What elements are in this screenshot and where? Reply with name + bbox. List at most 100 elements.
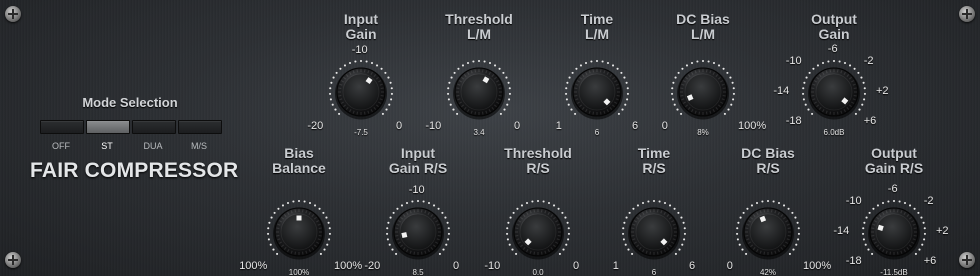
- input-gain-lm-knob[interactable]: [321, 52, 401, 132]
- mode-button-ms[interactable]: [178, 120, 222, 134]
- threshold-lm-readout: 3.4: [473, 128, 485, 137]
- output-gain-rs-title-line: Gain R/S: [864, 160, 924, 176]
- threshold-lm-knob[interactable]: [439, 52, 519, 132]
- mode-button-off[interactable]: [40, 120, 84, 134]
- bias-balance-title-line: Balance: [272, 160, 326, 176]
- screw-icon: [5, 252, 21, 268]
- input-gain-rs-scale-top: -10: [408, 184, 425, 196]
- input-gain-rs-title: Input Gain R/S: [358, 146, 478, 176]
- plugin-title: FAIR COMPRESSOR: [30, 159, 239, 182]
- output-gain-lm-scale-label: -6: [827, 43, 838, 55]
- output-gain-rs-scale-label: -18: [845, 254, 862, 267]
- threshold-lm-scale-min: -10: [425, 120, 442, 132]
- threshold-rs-scale-max: 0: [573, 260, 580, 272]
- threshold-lm-title-line: Threshold: [445, 11, 513, 27]
- bias-balance-knob[interactable]: [259, 192, 339, 272]
- dc-bias-rs-title-line: DC Bias: [741, 145, 795, 161]
- output-gain-lm-readout: 6.0dB: [823, 128, 845, 137]
- input-gain-lm-title-line: Gain: [345, 26, 377, 42]
- input-gain-rs-readout: 8.5: [412, 268, 424, 276]
- input-gain-rs-scale-min: -20: [364, 260, 381, 272]
- input-gain-rs-pointer: [401, 232, 408, 239]
- output-gain-lm-knob[interactable]: [794, 52, 874, 132]
- output-gain-rs-scale-label: +6: [923, 254, 937, 267]
- mode-button-dua[interactable]: [132, 120, 176, 134]
- time-rs-knob[interactable]: [614, 192, 694, 272]
- time-rs-title: Time R/S: [594, 146, 714, 176]
- time-lm-readout: 6: [594, 128, 600, 137]
- threshold-rs-title: Threshold R/S: [478, 146, 598, 176]
- dc-bias-rs-knob[interactable]: [728, 192, 808, 272]
- output-gain-lm-scale-label: +2: [876, 85, 889, 97]
- bias-balance-readout: 100%: [288, 268, 310, 276]
- screw-icon: [5, 6, 21, 22]
- output-gain-lm-scale-label: -18: [785, 114, 802, 127]
- dc-bias-rs-scale-max: 100%: [803, 260, 832, 272]
- threshold-lm-title: Threshold L/M: [419, 12, 539, 42]
- output-gain-rs-scale-label: -14: [833, 225, 850, 237]
- output-gain-rs-knob[interactable]: [854, 192, 934, 272]
- mode-label-off: OFF: [52, 141, 70, 151]
- input-gain-lm-title: Input Gain: [301, 12, 421, 42]
- dc-bias-lm-scale-max: 100%: [738, 120, 767, 132]
- input-gain-lm-scale-max: 0: [396, 120, 403, 132]
- output-gain-lm-title-line: Output: [811, 11, 857, 27]
- input-gain-lm-title-line: Input: [343, 11, 379, 27]
- bias-balance-title: Bias Balance: [239, 146, 359, 176]
- time-lm-title-line: L/M: [584, 26, 610, 42]
- time-lm-scale-max: 6: [632, 120, 639, 132]
- mode-label-dua: DUA: [143, 141, 163, 151]
- threshold-lm-scale-max: 0: [514, 120, 521, 132]
- output-gain-rs-title: Output Gain R/S: [834, 146, 954, 176]
- threshold-rs-title-line: Threshold: [504, 145, 572, 161]
- time-lm-scale-min: 1: [555, 120, 562, 132]
- output-gain-rs-title-line: Output: [871, 145, 917, 161]
- time-rs-readout: 6: [651, 268, 657, 276]
- input-gain-lm-scale-top: -10: [351, 44, 368, 56]
- time-rs-title-line: Time: [637, 145, 671, 161]
- dc-bias-rs-title: DC Bias R/S: [708, 146, 828, 176]
- output-gain-lm-scale-label: +6: [863, 114, 877, 127]
- screw-icon: [959, 252, 975, 268]
- threshold-lm-title-line: L/M: [466, 26, 492, 42]
- mode-label-st: ST: [101, 141, 113, 151]
- output-gain-lm-scale-label: -14: [773, 85, 790, 97]
- output-gain-lm-scale-label: -2: [863, 55, 874, 68]
- mode-label-ms: M/S: [190, 141, 207, 151]
- dc-bias-lm-title: DC Bias L/M: [643, 12, 763, 42]
- threshold-rs-knob[interactable]: [498, 192, 578, 272]
- bias-balance-pointer: [296, 215, 302, 221]
- output-gain-lm-title: Output Gain: [774, 12, 894, 42]
- dc-bias-lm-scale-min: 0: [661, 120, 668, 132]
- screw-icon: [959, 6, 975, 22]
- input-gain-rs-knob[interactable]: [378, 192, 458, 272]
- threshold-rs-scale-min: -10: [484, 260, 501, 272]
- bias-balance-scale-min: 100%: [239, 260, 268, 272]
- plugin-panel: Mode Selection OFF ST DUA M/S FAIR COMPR…: [0, 0, 980, 276]
- dc-bias-rs-readout: 42%: [759, 268, 776, 276]
- time-rs-title-line: R/S: [642, 160, 666, 176]
- time-lm-title-line: Time: [580, 11, 614, 27]
- threshold-rs-title-line: R/S: [526, 160, 550, 176]
- output-gain-rs-scale-label: -6: [887, 183, 898, 195]
- output-gain-rs-scale-label: +2: [936, 225, 949, 237]
- output-gain-lm-title-line: Gain: [818, 26, 850, 42]
- dc-bias-lm-knob[interactable]: [663, 52, 743, 132]
- output-gain-rs-scale-label: -2: [923, 195, 934, 208]
- input-gain-rs-title-line: Gain R/S: [388, 160, 448, 176]
- bias-balance-scale-max: 100%: [334, 260, 363, 272]
- mode-selection-title: Mode Selection: [82, 95, 178, 110]
- time-lm-knob[interactable]: [557, 52, 637, 132]
- input-gain-rs-title-line: Input: [400, 145, 436, 161]
- mode-button-st[interactable]: [86, 120, 130, 134]
- input-gain-rs-scale-max: 0: [453, 260, 460, 272]
- dc-bias-rs-scale-min: 0: [726, 260, 733, 272]
- dc-bias-lm-title-line: L/M: [690, 26, 716, 42]
- output-gain-rs-scale-label: -10: [845, 195, 862, 208]
- time-rs-scale-max: 6: [689, 260, 696, 272]
- bias-balance-title-line: Bias: [284, 145, 314, 161]
- input-gain-lm-readout: -7.5: [354, 128, 368, 137]
- dc-bias-lm-readout: 8%: [697, 128, 709, 137]
- input-gain-lm-scale-min: -20: [307, 120, 324, 132]
- dc-bias-lm-title-line: DC Bias: [676, 11, 730, 27]
